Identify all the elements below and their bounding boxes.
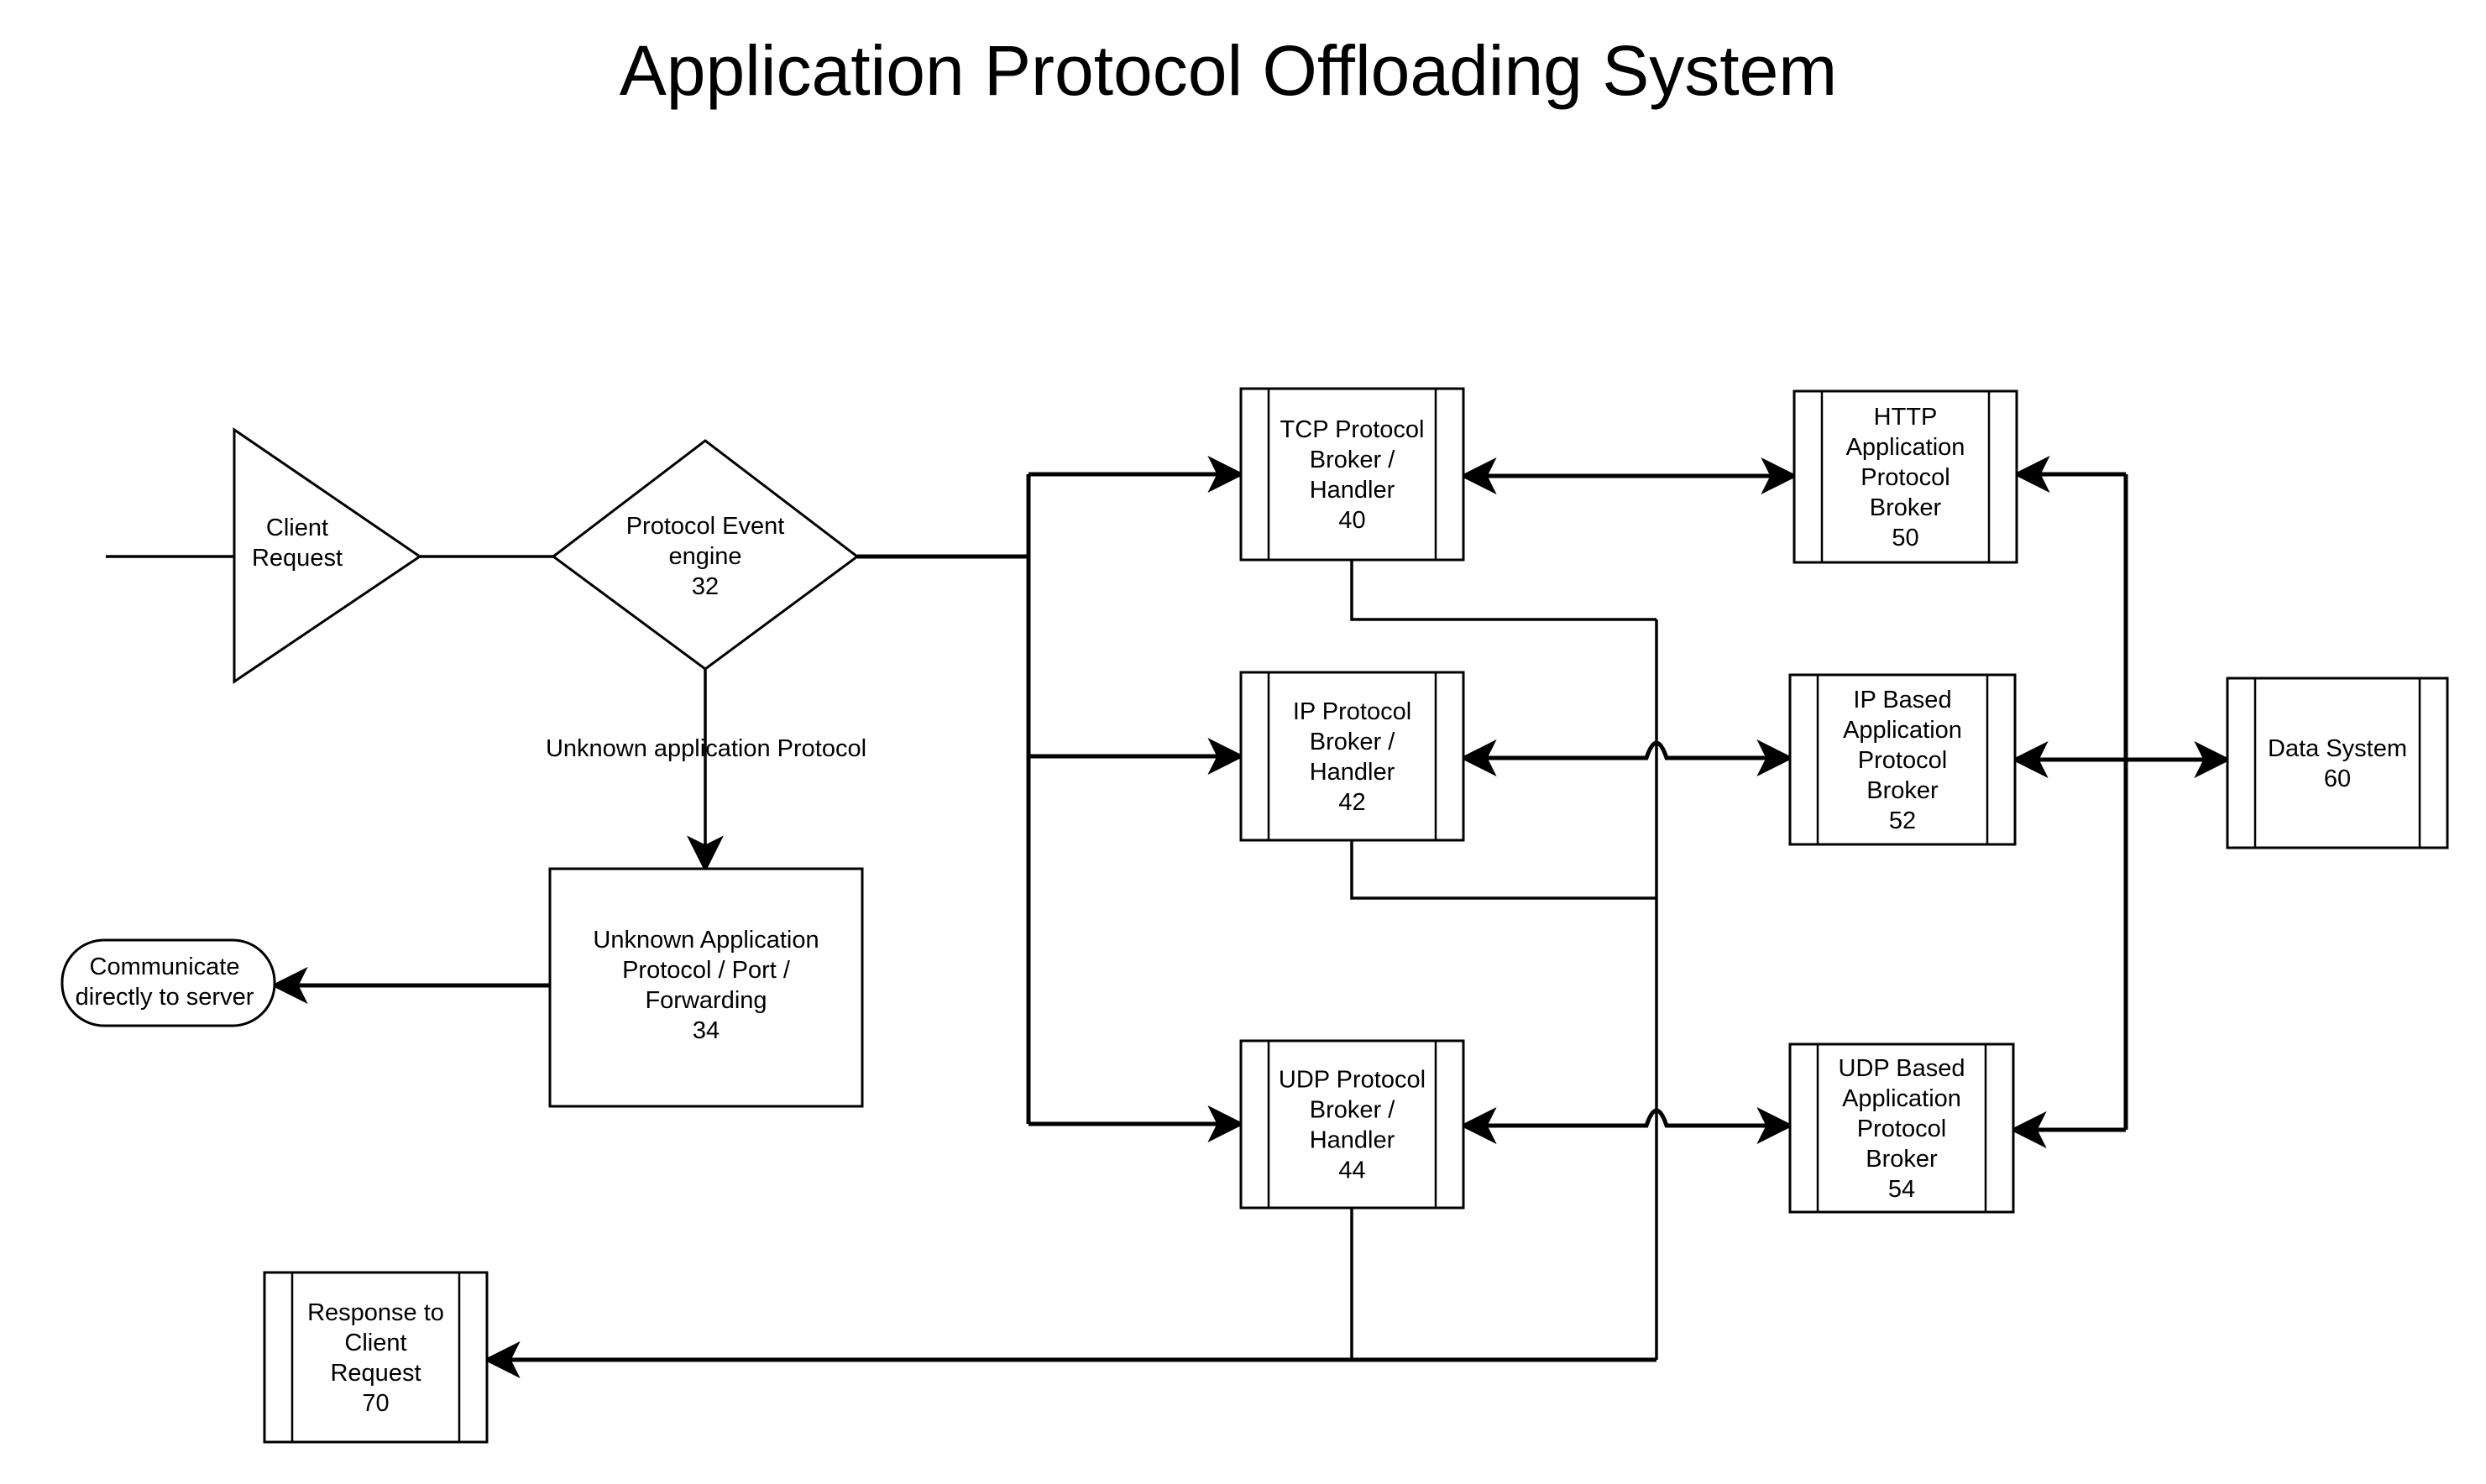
http-broker-label-4: Broker [1870, 494, 1942, 521]
response-to-client-label-2: Client [344, 1330, 406, 1356]
udp-app-broker-label-1: UDP Based [1839, 1055, 1965, 1082]
unknown-label-4: 34 [693, 1017, 720, 1044]
udp-app-broker-label-5: 54 [1888, 1176, 1915, 1203]
unknown-protocol-edge-label: Unknown application Protocol [546, 735, 866, 762]
unknown-label-1: Unknown Application [593, 927, 819, 954]
ip-ipbroker-arrow [1459, 739, 1794, 776]
data-system-node: Data System 60 [2226, 677, 2449, 849]
data-system-label-1: Data System [2268, 735, 2407, 762]
client-request-node: Client Request [233, 427, 422, 684]
tcp-handler-label-1: TCP Protocol [1280, 416, 1425, 443]
client-request-label-1: Client [266, 515, 328, 541]
udp-app-broker-label-4: Broker [1866, 1146, 1938, 1173]
data-system-label-2: 60 [2324, 766, 2351, 792]
udp-handler-label-3: Handler [1310, 1127, 1395, 1154]
udp-handler-label-4: 44 [1338, 1157, 1365, 1184]
tcp-handler-label-4: 40 [1338, 507, 1365, 534]
ip-app-broker-label-1: IP Based [1853, 687, 1951, 713]
http-broker-node: HTTP Application Protocol Broker 50 [1793, 389, 2018, 564]
tcp-handler-shape [1239, 387, 1465, 562]
unknown-label-2: Protocol / Port / [622, 957, 791, 984]
ip-app-broker-label-4: Broker [1866, 777, 1939, 804]
communicate-label-1: Communicate [90, 954, 240, 980]
tcp-return-line [1350, 560, 1656, 621]
udp-handler-node: UDP Protocol Broker / Handler 44 [1239, 1039, 1465, 1210]
ip-handler-label-3: Handler [1310, 759, 1395, 786]
ip-app-broker-node: IP Based Application Protocol Broker 52 [1788, 673, 2017, 846]
http-broker-label-5: 50 [1892, 525, 1918, 551]
response-to-client-label-3: Request [330, 1360, 421, 1387]
http-broker-label-2: Application [1846, 434, 1965, 461]
unknown-label-3: Forwarding [645, 987, 767, 1014]
ip-app-broker-label-5: 52 [1889, 807, 1916, 834]
udp-app-broker-label-2: Application [1842, 1085, 1961, 1112]
engine-label-3: 32 [692, 573, 719, 600]
engine-label-1: Protocol Event [626, 513, 785, 540]
tcp-handler-label-3: Handler [1310, 477, 1395, 504]
udp-app-broker-label-3: Protocol [1857, 1116, 1946, 1142]
client-request-label-2: Request [252, 545, 343, 572]
protocol-event-engine-node: Protocol Event engine 32 [551, 439, 860, 671]
ip-handler-label-1: IP Protocol [1293, 698, 1411, 725]
tcp-handler-node: TCP Protocol Broker / Handler 40 [1239, 387, 1465, 562]
diagram-title: Application Protocol Offloading System [620, 31, 1838, 110]
connectors [106, 456, 2232, 1378]
udp-handler-label-2: Broker / [1310, 1097, 1395, 1124]
response-to-client-label-1: Response to [307, 1299, 444, 1326]
ip-app-broker-label-2: Application [1843, 717, 1962, 744]
ip-app-broker-label-3: Protocol [1858, 747, 1947, 774]
tcp-handler-label-2: Broker / [1310, 447, 1395, 473]
ip-handler-node: IP Protocol Broker / Handler 42 [1239, 671, 1465, 842]
ip-return-line [1350, 840, 1656, 900]
communicate-label-2: directly to server [76, 984, 254, 1011]
ip-handler-label-2: Broker / [1310, 729, 1395, 755]
udp-handler-label-1: UDP Protocol [1279, 1067, 1426, 1094]
ip-handler-label-4: 42 [1338, 789, 1365, 816]
http-broker-label-1: HTTP [1874, 404, 1938, 431]
udp-udpbroker-arrow [1459, 1107, 1794, 1144]
response-to-client-label-4: 70 [362, 1390, 389, 1417]
unknown-forwarding-node: Unknown Application Protocol / Port / Fo… [548, 867, 864, 1108]
http-broker-label-3: Protocol [1861, 464, 1950, 491]
flow-diagram: Application Protocol Offloading System C… [60, 31, 2449, 1444]
data-system-shape [2226, 677, 2449, 849]
response-to-client-node: Response to Client Request 70 [263, 1271, 489, 1444]
engine-label-2: engine [668, 543, 741, 570]
udp-app-broker-node: UDP Based Application Protocol Broker 54 [1788, 1042, 2015, 1214]
communicate-direct-node: Communicate directly to server [60, 938, 276, 1027]
